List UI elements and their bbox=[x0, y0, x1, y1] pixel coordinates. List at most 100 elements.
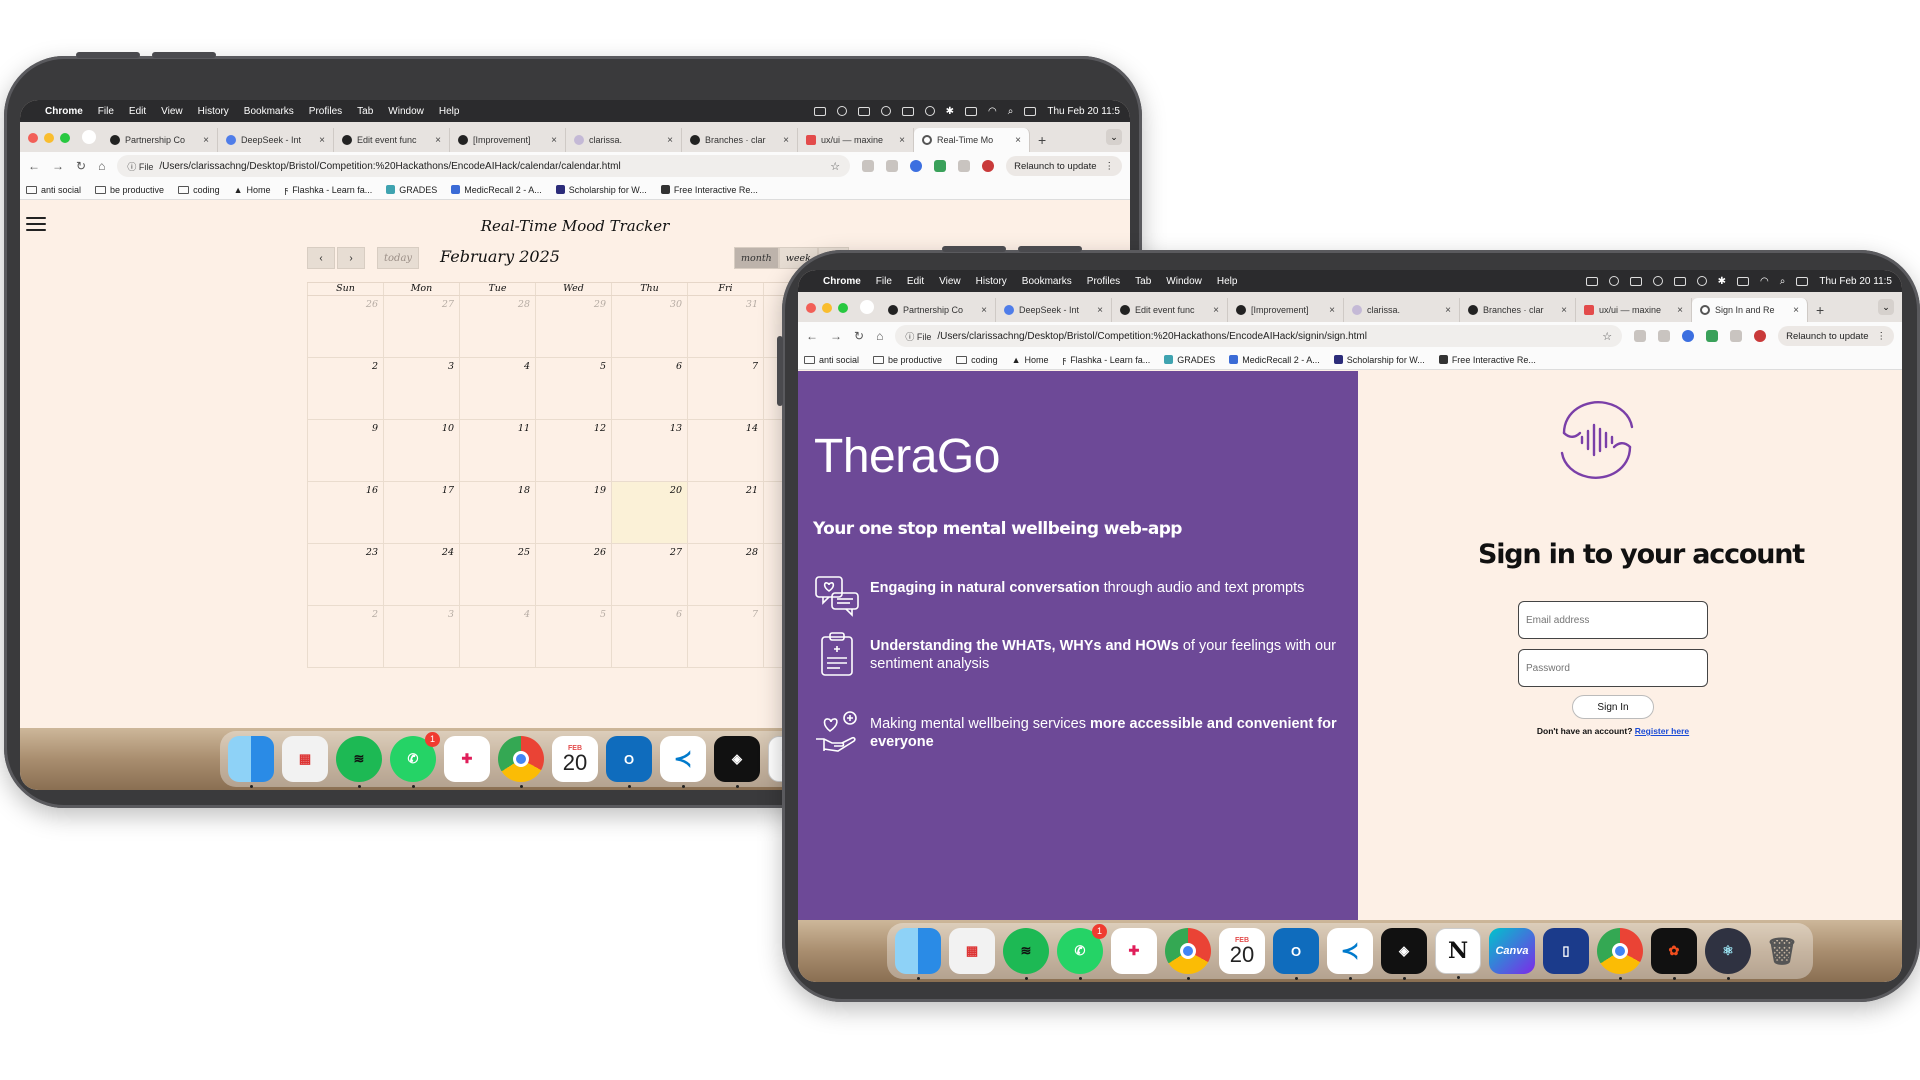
tab[interactable]: clarissa. × bbox=[566, 128, 682, 152]
close-tab-icon[interactable]: × bbox=[783, 135, 789, 146]
back-arrow-icon[interactable]: ← bbox=[28, 159, 40, 173]
day-cell[interactable]: 18 bbox=[459, 482, 535, 543]
control-center-icon[interactable] bbox=[1024, 106, 1037, 116]
tab[interactable]: DeepSeek - Int × bbox=[996, 298, 1112, 322]
menu-edit[interactable]: Edit bbox=[907, 276, 924, 287]
electron-icon[interactable]: ⚛ bbox=[1705, 928, 1751, 980]
home-icon[interactable]: ⌂ bbox=[98, 159, 105, 173]
minimize-window-button[interactable] bbox=[822, 303, 832, 313]
tab[interactable]: Partnership Co × bbox=[880, 298, 996, 322]
menubar-clock[interactable]: Thu Feb 20 11:5 bbox=[1047, 106, 1120, 117]
search-icon[interactable]: ⌕ bbox=[1008, 106, 1014, 117]
zoom-window-button[interactable] bbox=[838, 303, 848, 313]
forward-arrow-icon[interactable]: → bbox=[830, 329, 842, 343]
tab[interactable]: [Improvement] × bbox=[1228, 298, 1344, 322]
prev-month-button[interactable]: ‹ bbox=[307, 247, 335, 269]
input-source-icon[interactable] bbox=[965, 106, 977, 116]
tab[interactable]: Branches · clar × bbox=[682, 128, 798, 152]
signin-button[interactable]: Sign In bbox=[1572, 695, 1654, 719]
tab-group-icon[interactable] bbox=[82, 130, 96, 144]
bookmark-coding[interactable]: coding bbox=[178, 185, 220, 195]
tab-active[interactable]: Sign In and Re × bbox=[1692, 298, 1808, 322]
extension-icon[interactable] bbox=[1634, 330, 1647, 342]
close-tab-icon[interactable]: × bbox=[203, 135, 209, 146]
unity-icon[interactable]: ◈ bbox=[714, 736, 760, 788]
menu-window[interactable]: Window bbox=[388, 106, 424, 117]
bookmark-star-icon[interactable]: ☆ bbox=[830, 160, 840, 173]
day-cell[interactable]: 27 bbox=[383, 296, 459, 357]
grid-icon[interactable] bbox=[857, 106, 870, 116]
menu-bookmarks[interactable]: Bookmarks bbox=[1022, 276, 1072, 287]
puzzle-extensions-icon[interactable] bbox=[958, 160, 971, 172]
bookmark-medicrecall[interactable]: MedicRecall 2 - A... bbox=[1229, 355, 1320, 365]
close-tab-icon[interactable]: × bbox=[899, 135, 905, 146]
wifi-icon[interactable]: ◠ bbox=[988, 106, 997, 117]
day-cell[interactable]: 29 bbox=[535, 296, 611, 357]
tab[interactable]: ux/ui — maxine × bbox=[1576, 298, 1692, 322]
day-cell[interactable]: 7 bbox=[687, 358, 763, 419]
day-cell[interactable]: 24 bbox=[383, 544, 459, 605]
minimize-window-button[interactable] bbox=[44, 133, 54, 143]
tab[interactable]: ux/ui — maxine × bbox=[798, 128, 914, 152]
grid-icon[interactable] bbox=[1629, 276, 1642, 286]
address-bar[interactable]: ⓘ File /Users/clarissachng/Desktop/Brist… bbox=[117, 155, 851, 177]
tab-search-button[interactable]: ⌄ bbox=[1106, 129, 1122, 145]
close-tab-icon[interactable]: × bbox=[1445, 305, 1451, 316]
battery-icon[interactable] bbox=[813, 106, 826, 116]
bookmark-be-productive[interactable]: be productive bbox=[95, 185, 164, 195]
menu-file[interactable]: File bbox=[876, 276, 892, 287]
day-cell[interactable]: 7 bbox=[687, 606, 763, 667]
close-tab-icon[interactable]: × bbox=[551, 135, 557, 146]
file-info-chip[interactable]: ⓘ File bbox=[127, 160, 153, 173]
day-cell-today[interactable]: 20 bbox=[611, 482, 687, 543]
close-tab-icon[interactable]: × bbox=[1561, 305, 1567, 316]
home-icon[interactable]: ⌂ bbox=[876, 329, 883, 343]
launchpad-icon[interactable]: ▦ bbox=[282, 736, 328, 782]
calendar-app-icon[interactable]: FEB 20 bbox=[1219, 928, 1265, 974]
bookmark-star-icon[interactable]: ☆ bbox=[1602, 330, 1612, 343]
menu-chrome[interactable]: Chrome bbox=[45, 106, 83, 117]
bluetooth-icon[interactable]: ✱ bbox=[946, 106, 954, 117]
day-cell[interactable]: 19 bbox=[535, 482, 611, 543]
file-info-chip[interactable]: ⓘ File bbox=[905, 330, 931, 343]
play-icon[interactable] bbox=[1696, 276, 1707, 286]
day-cell[interactable]: 25 bbox=[459, 544, 535, 605]
whatsapp-icon[interactable]: ✆ 1 bbox=[390, 732, 440, 788]
outlook-icon[interactable]: O bbox=[606, 736, 652, 788]
close-tab-icon[interactable]: × bbox=[1097, 305, 1103, 316]
bluetooth-icon[interactable]: ✱ bbox=[1718, 276, 1726, 287]
menu-profiles[interactable]: Profiles bbox=[1087, 276, 1120, 287]
vscode-icon[interactable]: ≺ bbox=[660, 736, 706, 788]
bookmark-coding[interactable]: coding bbox=[956, 355, 998, 365]
day-cell[interactable]: 4 bbox=[459, 606, 535, 667]
menu-help[interactable]: Help bbox=[1217, 276, 1238, 287]
chrome-icon[interactable] bbox=[1165, 928, 1211, 980]
zoom-window-button[interactable] bbox=[60, 133, 70, 143]
bookmark-anti-social[interactable]: anti social bbox=[26, 185, 81, 195]
chrome-icon[interactable] bbox=[1597, 928, 1643, 980]
close-tab-icon[interactable]: × bbox=[435, 135, 441, 146]
extension-icon[interactable] bbox=[862, 160, 875, 172]
tab[interactable]: Edit event func × bbox=[1112, 298, 1228, 322]
tab[interactable]: Edit event func × bbox=[334, 128, 450, 152]
menu-history[interactable]: History bbox=[976, 276, 1007, 287]
close-window-button[interactable] bbox=[28, 133, 38, 143]
more-menu-icon[interactable]: ⋮ bbox=[1105, 161, 1115, 172]
day-cell[interactable]: 6 bbox=[611, 358, 687, 419]
day-cell[interactable]: 28 bbox=[459, 296, 535, 357]
bookmark-home[interactable]: ▲ Home bbox=[1012, 355, 1049, 365]
day-cell[interactable]: 27 bbox=[611, 544, 687, 605]
close-tab-icon[interactable]: × bbox=[667, 135, 673, 146]
day-cell[interactable]: 2 bbox=[307, 606, 383, 667]
email-field[interactable] bbox=[1518, 601, 1708, 639]
bookmark-scholarship[interactable]: Scholarship for W... bbox=[555, 185, 647, 195]
address-bar[interactable]: ⓘ File /Users/clarissachng/Desktop/Brist… bbox=[895, 325, 1623, 347]
s-app-icon[interactable] bbox=[1652, 276, 1663, 286]
close-tab-icon[interactable]: × bbox=[319, 135, 325, 146]
s-app-icon[interactable] bbox=[880, 106, 891, 116]
slack-icon[interactable]: ✚ bbox=[1111, 928, 1157, 974]
outlook-icon[interactable]: O bbox=[1273, 928, 1319, 980]
notion-icon[interactable]: N bbox=[1435, 928, 1481, 979]
password-field[interactable] bbox=[1518, 649, 1708, 687]
day-cell[interactable]: 30 bbox=[611, 296, 687, 357]
